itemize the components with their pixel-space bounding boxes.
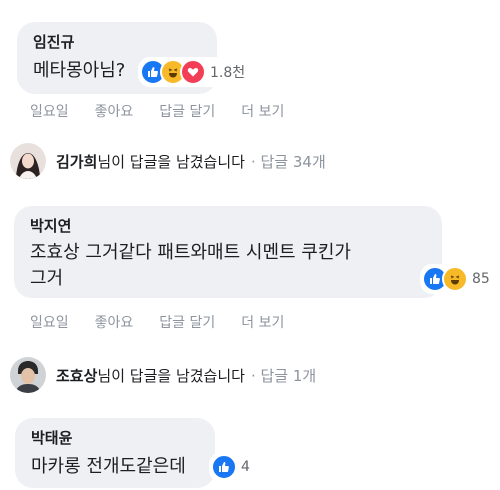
- reply-button[interactable]: 답글 달기: [159, 312, 215, 332]
- reply-summary[interactable]: 김가희 님이 답글을 남겼습니다 · 답글 34개: [10, 143, 326, 179]
- reply-text: 님이 답글을 남겼습니다: [97, 366, 245, 385]
- comment-author[interactable]: 박지연: [30, 216, 426, 236]
- reply-author[interactable]: 조효상: [56, 365, 97, 386]
- comment-actions: 일요일 좋아요 답글 달기 더 보기: [30, 312, 310, 332]
- comment-author[interactable]: 임진규: [33, 32, 201, 52]
- reply-text: 님이 답글을 남겼습니다: [97, 152, 245, 171]
- reaction-summary[interactable]: 85: [420, 264, 494, 294]
- reply-count[interactable]: · 답글 34개: [251, 151, 326, 172]
- love-icon: [180, 59, 206, 85]
- reply-button[interactable]: 답글 달기: [159, 101, 215, 121]
- comment-author[interactable]: 박태윤: [31, 428, 199, 448]
- timestamp[interactable]: 일요일: [30, 312, 69, 332]
- reply-summary[interactable]: 조효상 님이 답글을 남겼습니다 · 답글 1개: [10, 357, 316, 393]
- reaction-summary[interactable]: 4: [209, 452, 254, 482]
- timestamp[interactable]: 일요일: [30, 101, 69, 121]
- reaction-count: 1.8천: [210, 65, 246, 81]
- more-button[interactable]: 더 보기: [241, 101, 284, 121]
- comment-actions: 일요일 좋아요 답글 달기 더 보기: [30, 101, 310, 121]
- comment-text-line-1: 조효상 그거같다 패트와매트 시멘트 쿠킨가: [30, 242, 351, 263]
- like-button[interactable]: 좋아요: [95, 101, 134, 121]
- reaction-summary[interactable]: 1.8천: [138, 57, 250, 87]
- more-button[interactable]: 더 보기: [241, 312, 284, 332]
- comment-bubble-3: 박태윤 마카롱 전개도같은데: [15, 418, 215, 488]
- like-button[interactable]: 좋아요: [95, 312, 134, 332]
- reply-author[interactable]: 김가희: [56, 151, 97, 172]
- haha-icon: [442, 266, 468, 292]
- like-icon: [211, 454, 237, 480]
- reply-count[interactable]: · 답글 1개: [251, 365, 316, 386]
- comment-bubble-2: 박지연 조효상 그거같다 패트와매트 시멘트 쿠킨가 그거: [14, 206, 442, 298]
- reaction-count: 4: [241, 459, 250, 475]
- comment-text: 마카롱 전개도같은데: [31, 456, 186, 477]
- comment-text-line-2: 그거: [30, 268, 64, 289]
- reaction-count: 85: [472, 271, 490, 287]
- avatar: [10, 357, 46, 393]
- avatar: [10, 143, 46, 179]
